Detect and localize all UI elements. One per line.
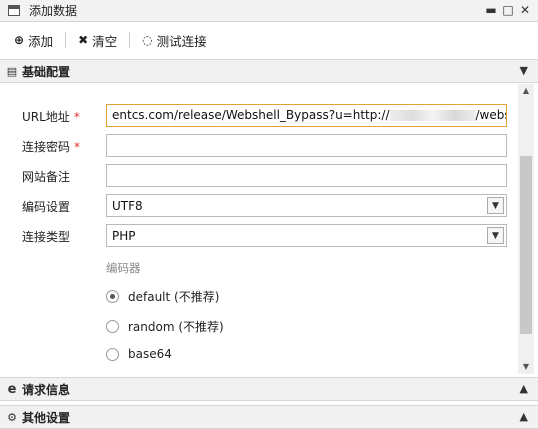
password-row: 连接密码 * (0, 134, 518, 158)
encoding-row: 编码设置 UTF8 ▼ (0, 194, 518, 218)
window-titlebar: 添加数据 ▬ □ ✕ (0, 0, 538, 22)
e-icon: e (7, 381, 17, 397)
basic-config-form: URL地址 * entcs.com/release/Webshell_Bypass… (0, 84, 518, 374)
encoder-header: 编码器 (106, 261, 141, 275)
gears-icon: ⚙ (7, 410, 17, 424)
type-select[interactable]: PHP ▼ (106, 224, 507, 247)
section-basic-title: 基础配置 (22, 64, 71, 79)
add-button[interactable]: ⊕ 添加 (10, 29, 57, 51)
clear-button-label: 清空 (92, 33, 118, 49)
required-mark: * (74, 140, 81, 154)
type-row: 连接类型 PHP ▼ (0, 224, 518, 248)
remark-label: 网站备注 (22, 170, 71, 184)
x-icon: ✖ (78, 33, 89, 47)
minimize-button[interactable]: ▬ (484, 3, 498, 17)
encoder-option-label: random (不推荐) (128, 319, 224, 334)
scrollbar-thumb[interactable] (520, 156, 532, 334)
chevron-up-icon: ▲ (519, 382, 528, 395)
chevron-down-icon[interactable]: ▼ (487, 227, 504, 244)
window-icon (8, 5, 20, 16)
scroll-up-icon[interactable]: ▲ (518, 84, 534, 98)
test-connection-label: 测试连接 (156, 33, 207, 49)
password-label: 连接密码 * (22, 140, 81, 154)
required-mark: * (73, 110, 80, 124)
url-value-prefix: entcs.com/release/Webshell_Bypass?u=http… (112, 108, 390, 122)
encoder-option-label: base64 (128, 347, 172, 361)
clear-button[interactable]: ✖ 清空 (74, 29, 121, 51)
radio-icon[interactable] (106, 319, 119, 333)
window-title: 添加数据 (29, 4, 78, 18)
section-other-header[interactable]: ⚙ 其他设置 ▲ (0, 405, 538, 429)
form-scrollbar[interactable]: ▲ ▼ (518, 84, 534, 374)
type-label: 连接类型 (22, 230, 71, 244)
encoder-option-label: default (不推荐) (128, 289, 220, 304)
encoding-select[interactable]: UTF8 ▼ (106, 194, 507, 217)
encoder-option-base64[interactable]: base64 (106, 345, 172, 363)
section-basic-header[interactable]: ▤ 基础配置 ▼ (0, 59, 538, 83)
close-button[interactable]: ✕ (518, 3, 532, 17)
spinner-icon: ◌ (142, 33, 153, 47)
add-button-label: 添加 (28, 33, 54, 49)
encoding-label: 编码设置 (22, 200, 71, 214)
encoder-option-random[interactable]: random (不推荐) (106, 317, 224, 335)
toolbar: ⊕ 添加 ✖ 清空 ◌ 测试连接 (0, 27, 538, 53)
url-label: URL地址 * (22, 110, 80, 124)
url-row: URL地址 * entcs.com/release/Webshell_Bypass… (0, 104, 518, 128)
plus-circle-icon: ⊕ (14, 33, 25, 47)
section-request-header[interactable]: e 请求信息 ▲ (0, 377, 538, 401)
password-input[interactable] (106, 134, 507, 157)
chevron-down-icon[interactable]: ▼ (487, 197, 504, 214)
url-input[interactable]: entcs.com/release/Webshell_Bypass?u=http… (106, 104, 507, 127)
list-icon: ▤ (6, 64, 18, 78)
redacted-host (389, 110, 476, 121)
radio-selected-icon[interactable] (106, 289, 119, 303)
toolbar-divider (65, 32, 67, 48)
remark-row: 网站备注 (0, 164, 518, 188)
test-connection-button[interactable]: ◌ 测试连接 (138, 29, 211, 51)
chevron-up-icon: ▲ (519, 410, 528, 423)
section-request-title: 请求信息 (22, 382, 71, 397)
radio-icon[interactable] (106, 347, 119, 361)
window-controls: ▬ □ ✕ (484, 3, 532, 17)
maximize-button[interactable]: □ (501, 3, 515, 17)
type-value: PHP (112, 229, 136, 243)
toolbar-divider (129, 32, 131, 48)
chevron-down-icon: ▼ (519, 64, 528, 77)
remark-input[interactable] (106, 164, 507, 187)
encoder-option-default[interactable]: default (不推荐) (106, 287, 219, 305)
url-value-suffix: /webshell.php (475, 108, 507, 122)
scroll-down-icon[interactable]: ▼ (518, 360, 534, 374)
section-other-title: 其他设置 (22, 410, 71, 425)
encoding-value: UTF8 (112, 199, 143, 213)
